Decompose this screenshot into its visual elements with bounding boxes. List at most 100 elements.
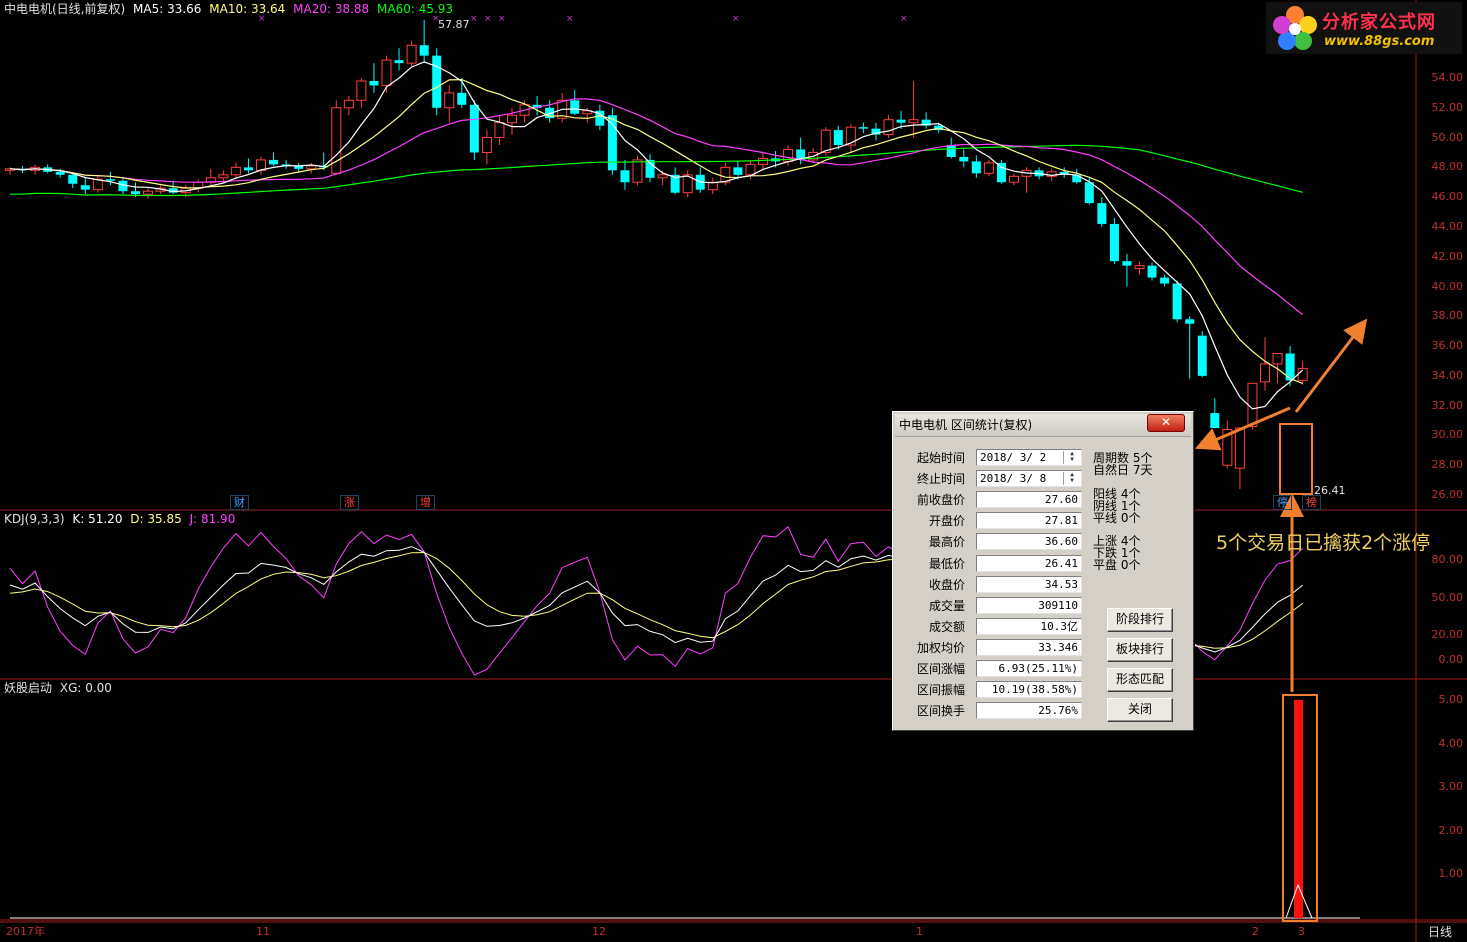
value-field: 34.53: [976, 575, 1082, 593]
stage-rank-button[interactable]: 阶段排行: [1107, 608, 1173, 632]
candle-body: [507, 114, 517, 124]
candle-body: [469, 104, 479, 153]
candle-body: [1272, 353, 1283, 365]
field-label: 成交量: [928, 598, 965, 613]
interval-stats-dialog[interactable]: 中电电机 区间统计(复权) ✕ 起始时间 2018/ 3/ 2 ▲ ▼ 终止时间 201…: [892, 411, 1194, 731]
candle-body: [481, 137, 492, 153]
value-field: 26.41: [976, 554, 1082, 572]
candle-body: [896, 119, 906, 123]
period-label[interactable]: 日线: [1428, 926, 1452, 938]
dialog-row: 成交额 10.3亿: [903, 617, 1083, 637]
event-marker: 增: [416, 495, 435, 510]
candle-body: [1097, 203, 1107, 224]
stock-chart[interactable]: × × × × × × × ×: [0, 0, 1467, 942]
stat-line: 平线 0个: [1093, 511, 1141, 525]
main-chart-header: 中电电机(日线,前复权) MA5: 33.66 MA10: 33.64 MA20…: [4, 2, 457, 16]
close-button[interactable]: 关闭: [1107, 698, 1173, 722]
candle-body: [1084, 182, 1094, 204]
logo-url: www.88gs.com: [1324, 34, 1435, 49]
kdj-tick: 20.00: [1431, 628, 1464, 641]
price-tick: 30.00: [1431, 428, 1464, 442]
price-tick: 28.00: [1431, 458, 1464, 472]
candle-body: [394, 60, 404, 64]
stock-title: 中电电机(日线,前复权): [4, 2, 126, 16]
field-label: 区间涨幅: [916, 662, 965, 676]
kdj-tick: 0.00: [1438, 653, 1464, 666]
value-field: 36.60: [976, 533, 1082, 551]
candle-body: [80, 185, 90, 190]
spinner-icon[interactable]: ▲ ▼: [1063, 472, 1080, 486]
dialog-row: 前收盘价 27.60: [903, 491, 1083, 510]
candle-body: [419, 45, 429, 56]
event-marker: 榜: [1302, 495, 1321, 510]
dialog-row: 最高价 36.60: [903, 533, 1083, 552]
kdj-k: K: 51.20: [72, 512, 123, 526]
dialog-row: 区间振幅 10.19(38.58%): [903, 681, 1083, 700]
candle-body: [55, 171, 65, 175]
candle-body: [657, 174, 668, 179]
pattern-match-button[interactable]: 形态匹配: [1107, 668, 1173, 692]
time-tick: 3: [1298, 925, 1305, 938]
candle-body: [269, 159, 279, 165]
field-label: 区间换手: [916, 704, 965, 719]
indicator-xg: XG: 0.00: [59, 681, 112, 695]
candle-body: [143, 190, 154, 195]
candle-body: [230, 166, 241, 176]
candle-body: [457, 92, 467, 105]
close-icon[interactable]: ✕: [1147, 414, 1185, 432]
value-field: 27.60: [976, 491, 1082, 509]
price-tick: 50.00: [1431, 130, 1464, 144]
flower-logo-icon: [1273, 6, 1317, 50]
price-tick: 54.00: [1431, 71, 1464, 84]
candle-body: [959, 156, 969, 162]
candle-body: [243, 167, 253, 171]
event-marker: 涨: [340, 495, 359, 510]
price-tick: 42.00: [1431, 249, 1464, 263]
candle-body: [983, 162, 994, 174]
price-tick: 38.00: [1431, 309, 1464, 323]
field-label: 加权均价: [916, 640, 965, 655]
logo-name: 分析家公式网: [1322, 12, 1436, 33]
price-tick: 40.00: [1431, 279, 1464, 293]
date-field[interactable]: 2018/ 3/ 2 ▲ ▼: [976, 449, 1082, 466]
field-label: 前收盘价: [916, 493, 965, 508]
candle-body: [1009, 175, 1019, 183]
field-label: 最高价: [928, 535, 965, 550]
candle-body: [632, 159, 643, 183]
x-marker: ×: [498, 14, 506, 24]
candle-body: [1234, 427, 1245, 469]
candle-body: [494, 122, 505, 139]
dialog-row: 区间换手 25.76%: [903, 702, 1083, 721]
price-tick: 48.00: [1431, 160, 1464, 174]
event-marker: 停: [1273, 495, 1292, 510]
stat-line: 平盘 0个: [1093, 558, 1141, 572]
price-tick: 46.00: [1431, 190, 1464, 204]
time-tick: 11: [256, 925, 270, 938]
price-tick: 34.00: [1431, 368, 1464, 382]
spinner-icon[interactable]: ▲ ▼: [1063, 451, 1080, 464]
site-logo: 分析家公式网 www.88gs.com: [1266, 2, 1462, 54]
x-marker: ×: [566, 14, 574, 24]
candle-body: [68, 174, 78, 184]
kdj-d: D: 35.85: [130, 512, 182, 526]
sector-rank-button[interactable]: 板块排行: [1107, 638, 1173, 662]
value-field: 10.19(38.58%): [976, 681, 1082, 699]
candle-body: [432, 55, 442, 108]
candle-body: [758, 157, 768, 165]
candle-body: [1260, 363, 1270, 383]
value-field: 309110: [976, 596, 1082, 614]
dialog-row: 最低价 26.41: [903, 554, 1083, 574]
candle-body: [1134, 265, 1145, 270]
candle-body: [306, 165, 317, 170]
dialog-row: 成交量 309110: [903, 596, 1083, 616]
field-label: 成交额: [928, 619, 965, 634]
candle-body: [343, 99, 354, 109]
field-label: 区间振幅: [916, 683, 965, 698]
x-marker: ×: [484, 14, 492, 24]
value-field: 33.346: [976, 638, 1082, 656]
value-field: 6.93(25.11%): [976, 660, 1082, 677]
candle-body: [381, 59, 392, 86]
date-field[interactable]: 2018/ 3/ 8 ▲ ▼: [976, 470, 1082, 488]
dialog-row: 收盘价 34.53: [903, 575, 1083, 595]
candle-body: [369, 80, 379, 86]
